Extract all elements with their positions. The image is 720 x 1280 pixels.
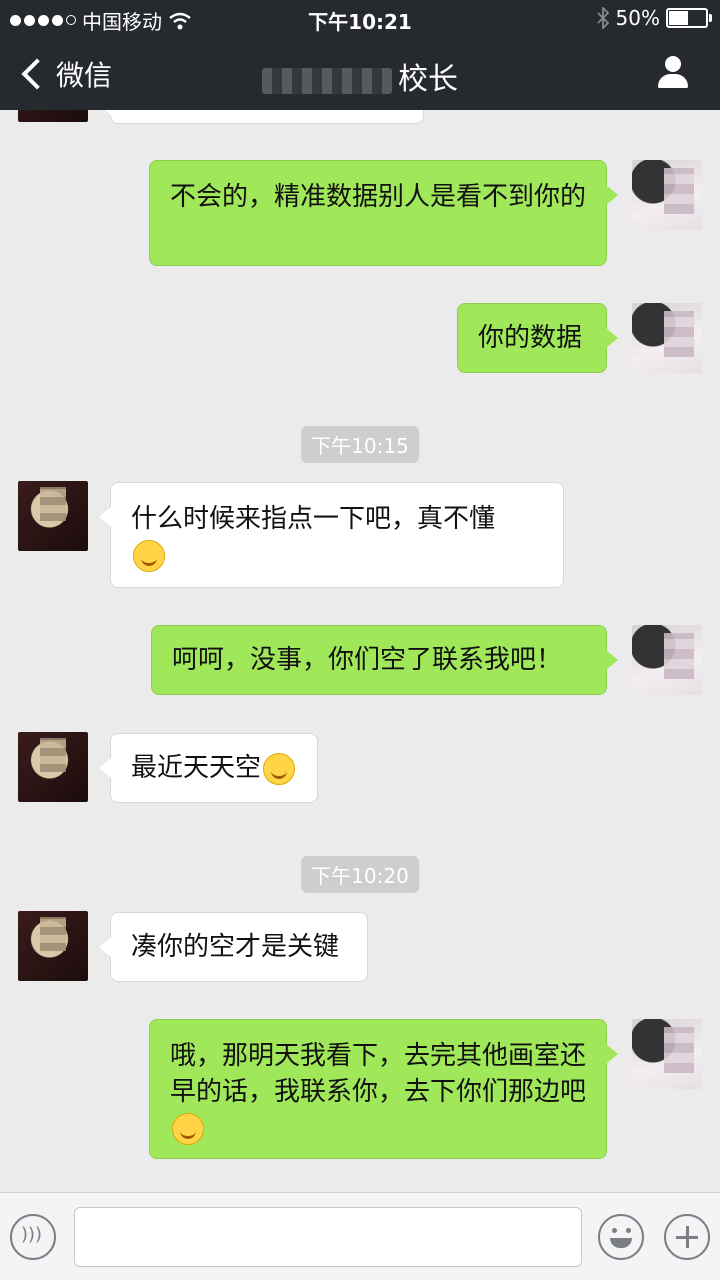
message-bubble-out[interactable]: 不会的，精准数据别人是看不到你的 — [149, 160, 618, 266]
chat-area[interactable]: 不会的，精准数据别人是看不到你的 你的数据 下午10:15 什么时候来指点一下吧… — [0, 110, 720, 1192]
chat-title: 校长 — [0, 54, 720, 98]
message-bubble-in[interactable]: 凑你的空才是关键 — [99, 912, 368, 982]
contact-avatar[interactable] — [18, 732, 88, 802]
message-bubble-out[interactable]: 呵呵，没事，你们空了联系我吧！ — [151, 625, 618, 695]
my-avatar[interactable] — [632, 1019, 702, 1089]
message-timestamp: 下午10:20 — [301, 856, 419, 893]
message-bubble-out[interactable]: 你的数据 — [457, 303, 618, 373]
profile-icon[interactable] — [656, 56, 690, 90]
status-bar: 中国移动 下午10:21 50% — [0, 0, 720, 36]
my-avatar[interactable] — [632, 303, 702, 373]
battery-icon — [666, 8, 712, 28]
message-input[interactable] — [74, 1207, 582, 1267]
contact-avatar[interactable] — [18, 110, 88, 122]
blurred-name — [262, 67, 392, 94]
battery-percent: 50% — [615, 6, 660, 30]
bluetooth-icon — [596, 7, 609, 29]
contact-avatar[interactable] — [18, 911, 88, 981]
nav-bar: 微信 校长 — [0, 36, 720, 110]
voice-icon[interactable]: ))) — [10, 1214, 56, 1260]
message-bubble-partial — [99, 110, 424, 124]
plus-icon[interactable] — [664, 1214, 710, 1260]
emoji-icon[interactable] — [598, 1214, 644, 1260]
contact-avatar[interactable] — [18, 481, 88, 551]
message-bubble-in[interactable]: 最近天天空 — [99, 733, 318, 803]
smile-emoji-icon — [172, 1112, 204, 1145]
input-bar: ))) — [0, 1192, 720, 1280]
my-avatar[interactable] — [632, 625, 702, 695]
grin-emoji-icon — [263, 752, 296, 785]
message-bubble-in[interactable]: 什么时候来指点一下吧，真不懂 — [99, 482, 564, 588]
message-timestamp: 下午10:15 — [301, 426, 419, 463]
message-bubble-out[interactable]: 哦，那明天我看下，去完其他画室还早的话，我联系你，去下你们那边吧 — [149, 1019, 618, 1159]
my-avatar[interactable] — [632, 160, 702, 230]
shy-emoji-icon — [133, 539, 165, 572]
